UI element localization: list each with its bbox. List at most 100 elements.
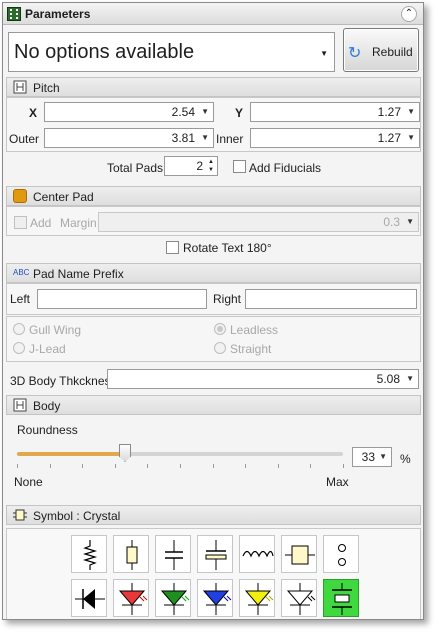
inductor-symbol-button[interactable] [239,535,275,573]
inner-pitch-value: 1.27 [377,131,401,145]
center-pad-add-checkbox[interactable] [14,216,27,229]
body-icon [13,398,27,412]
rebuild-button-label: Rebuild [372,45,413,59]
margin-input[interactable]: 0.3 ▼ [98,212,419,232]
fuse-symbol-button[interactable] [113,535,149,573]
red-led-icon [118,583,148,615]
spin-up-icon[interactable]: ▲ [208,159,214,166]
gull-wing-label: Gull Wing [29,323,82,337]
outer-pitch-input[interactable]: 3.81 ▼ [44,128,214,148]
chevron-down-icon: ▼ [201,107,209,116]
center-pad-add-label: Add [30,216,52,230]
slider-tick [82,464,83,468]
slider-tick [50,464,51,468]
red-led-symbol-button[interactable] [113,579,149,617]
roundness-value: 33 [361,450,375,464]
diode-symbol-button[interactable] [71,579,107,617]
slider-tick [278,464,279,468]
test-points-symbol-button[interactable] [323,535,359,573]
test-points-icon [338,544,346,566]
chevron-down-icon: ▼ [379,452,387,461]
body-thickness-value: 5.08 [376,372,400,386]
chevron-down-icon: ▼ [406,374,414,383]
pad-name-prefix-section-header[interactable]: ABC Pad Name Prefix [6,263,421,283]
rotate-text-checkbox[interactable] [166,241,179,254]
component-icon [7,7,21,21]
roundness-min-label: None [14,475,43,489]
center-pad-section-title: Center Pad [33,190,94,204]
prefix-left-input[interactable] [37,289,207,309]
leadless-radio[interactable] [214,323,226,335]
center-pad-section-header[interactable]: Center Pad [6,186,421,206]
rebuild-button[interactable]: ↻ Rebuild [343,28,419,72]
box-component-icon [285,545,315,565]
total-pads-label: Total Pads [107,161,164,175]
outline-led-symbol-button[interactable] [281,579,317,617]
crystal-symbol-button[interactable] [323,579,359,617]
straight-radio[interactable] [214,342,226,354]
slider-tick [17,464,18,468]
body-section-title: Body [33,399,61,413]
chevron-down-icon: ▼ [320,49,328,58]
slider-tick [213,464,214,468]
yellow-led-symbol-button[interactable] [239,579,275,617]
capacitor-symbol-button[interactable] [155,535,191,573]
outline-led-icon [286,583,316,615]
slider-tick [180,464,181,468]
chevron-down-icon: ▼ [407,107,415,116]
total-pads-value: 2 [196,159,203,173]
roundness-slider-handle[interactable] [119,444,131,462]
blue-led-symbol-button[interactable] [197,579,233,617]
x-pitch-input[interactable]: 2.54 ▼ [44,102,214,122]
blue-led-icon [202,583,232,615]
center-pad-group: Add Margin 0.3 ▼ [6,206,421,236]
chevron-down-icon: ▼ [201,133,209,142]
polarized-capacitor-symbol-button[interactable] [197,535,233,573]
y-pitch-value: 1.27 [377,105,401,119]
box-component-symbol-button[interactable] [281,535,317,573]
pitch-section-header[interactable]: Pitch [6,77,421,97]
rotate-text-label: Rotate Text 180° [183,241,272,255]
footprint-select-value: No options available [14,41,195,63]
prefix-left-label: Left [10,292,31,306]
j-lead-radio[interactable] [13,342,25,354]
lead-options-group: Gull Wing Leadless J-Lead Straight [6,316,421,362]
chevron-down-icon: ▼ [407,133,415,142]
inner-pitch-input[interactable]: 1.27 ▼ [250,128,420,148]
footprint-select[interactable]: No options available ▼ [8,32,335,72]
slider-tick [343,464,344,468]
roundness-value-input[interactable]: 33 ▼ [352,447,392,467]
outer-label: Outer [9,132,40,146]
gull-wing-radio[interactable] [13,323,25,335]
add-fiducials-checkbox[interactable] [233,160,246,173]
j-lead-label: J-Lead [29,342,66,356]
green-led-symbol-button[interactable] [155,579,191,617]
pitch-group: X 2.54 ▼ Y 1.27 ▼ Outer 3.81 ▼ Inner 1.2… [6,97,421,152]
center-pad-icon [13,189,27,203]
capacitor-icon [165,540,183,570]
add-fiducials-label: Add Fiducials [249,161,322,175]
body-section-header[interactable]: Body [6,395,421,415]
inner-label: Inner [216,132,244,146]
resistor-symbol-button[interactable] [71,535,107,573]
body-thickness-input[interactable]: 5.08 ▼ [107,369,419,389]
diode-icon [75,589,105,609]
slider-tick [115,464,116,468]
margin-value: 0.3 [383,215,400,229]
prefix-right-input[interactable] [245,289,417,309]
roundness-label: Roundness [17,423,78,437]
total-pads-stepper[interactable]: 2 ▲ ▼ [164,156,218,176]
symbol-section-header[interactable]: Symbol : Crystal [6,505,421,525]
spin-down-icon[interactable]: ▼ [208,167,214,174]
pad-name-prefix-section-title: Pad Name Prefix [33,267,124,281]
outer-pitch-value: 3.81 [171,131,195,145]
symbol-icon [13,509,27,521]
slider-tick [310,464,311,468]
collapse-icon[interactable]: ⌃ [401,6,417,22]
roundness-slider-track[interactable] [17,452,343,456]
y-label: Y [235,106,244,120]
title-bar: Parameters ⌃ [3,3,423,25]
panel-title: Parameters [25,7,91,21]
pitch-section-title: Pitch [33,81,60,95]
y-pitch-input[interactable]: 1.27 ▼ [250,102,420,122]
